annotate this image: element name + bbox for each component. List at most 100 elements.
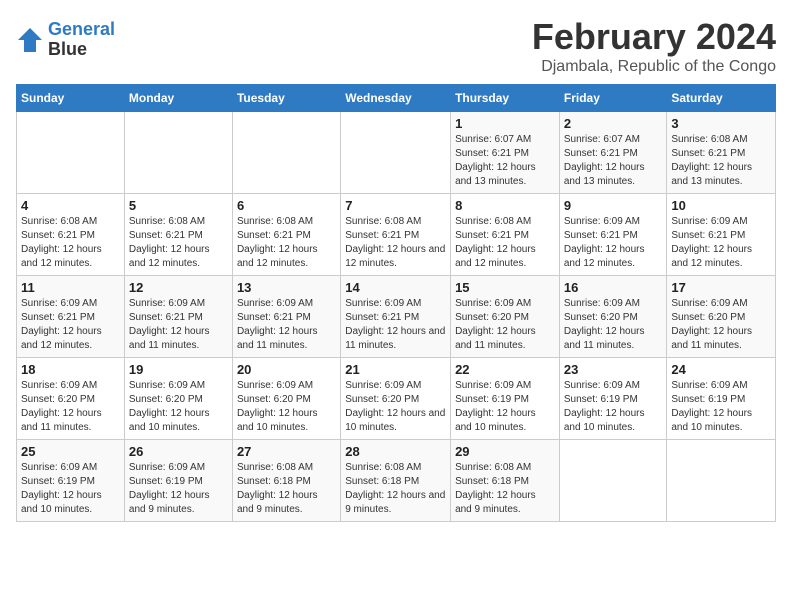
calendar-cell: 24 Sunrise: 6:09 AM Sunset: 6:19 PM Dayli… (667, 358, 776, 440)
calendar-cell: 29 Sunrise: 6:08 AM Sunset: 6:18 PM Dayli… (451, 440, 560, 522)
day-info: Sunrise: 6:08 AM Sunset: 6:21 PM Dayligh… (455, 215, 555, 271)
calendar-cell: 1 Sunrise: 6:07 AM Sunset: 6:21 PM Daylig… (451, 112, 560, 194)
page-header: GeneralBlue February 2024 Djambala, Repu… (16, 16, 776, 76)
day-info: Sunrise: 6:09 AM Sunset: 6:19 PM Dayligh… (671, 379, 771, 435)
day-number: 19 (129, 362, 228, 377)
day-info: Sunrise: 6:09 AM Sunset: 6:19 PM Dayligh… (455, 379, 555, 435)
day-number: 27 (237, 444, 336, 459)
day-info: Sunrise: 6:09 AM Sunset: 6:21 PM Dayligh… (237, 297, 336, 353)
calendar-cell: 16 Sunrise: 6:09 AM Sunset: 6:20 PM Dayli… (559, 276, 667, 358)
calendar-cell (124, 112, 232, 194)
weekday-header-monday: Monday (124, 85, 232, 112)
title-block: February 2024 Djambala, Republic of the … (532, 16, 776, 76)
weekday-header-tuesday: Tuesday (232, 85, 340, 112)
calendar-cell: 6 Sunrise: 6:08 AM Sunset: 6:21 PM Daylig… (232, 194, 340, 276)
weekday-header-friday: Friday (559, 85, 667, 112)
day-info: Sunrise: 6:09 AM Sunset: 6:20 PM Dayligh… (129, 379, 228, 435)
day-info: Sunrise: 6:08 AM Sunset: 6:21 PM Dayligh… (345, 215, 446, 271)
day-number: 21 (345, 362, 446, 377)
day-number: 5 (129, 198, 228, 213)
calendar-cell: 26 Sunrise: 6:09 AM Sunset: 6:19 PM Dayli… (124, 440, 232, 522)
calendar-cell: 3 Sunrise: 6:08 AM Sunset: 6:21 PM Daylig… (667, 112, 776, 194)
calendar-cell: 18 Sunrise: 6:09 AM Sunset: 6:20 PM Dayli… (17, 358, 125, 440)
day-info: Sunrise: 6:09 AM Sunset: 6:19 PM Dayligh… (564, 379, 663, 435)
calendar-cell: 2 Sunrise: 6:07 AM Sunset: 6:21 PM Daylig… (559, 112, 667, 194)
day-info: Sunrise: 6:08 AM Sunset: 6:21 PM Dayligh… (671, 133, 771, 189)
day-info: Sunrise: 6:09 AM Sunset: 6:19 PM Dayligh… (129, 461, 228, 517)
weekday-header-sunday: Sunday (17, 85, 125, 112)
day-info: Sunrise: 6:09 AM Sunset: 6:20 PM Dayligh… (455, 297, 555, 353)
day-info: Sunrise: 6:07 AM Sunset: 6:21 PM Dayligh… (455, 133, 555, 189)
day-info: Sunrise: 6:09 AM Sunset: 6:20 PM Dayligh… (21, 379, 120, 435)
day-number: 16 (564, 280, 663, 295)
day-info: Sunrise: 6:09 AM Sunset: 6:21 PM Dayligh… (129, 297, 228, 353)
day-info: Sunrise: 6:09 AM Sunset: 6:20 PM Dayligh… (237, 379, 336, 435)
day-number: 14 (345, 280, 446, 295)
day-number: 10 (671, 198, 771, 213)
day-number: 18 (21, 362, 120, 377)
day-info: Sunrise: 6:08 AM Sunset: 6:21 PM Dayligh… (237, 215, 336, 271)
calendar-cell: 15 Sunrise: 6:09 AM Sunset: 6:20 PM Dayli… (451, 276, 560, 358)
calendar-cell: 8 Sunrise: 6:08 AM Sunset: 6:21 PM Daylig… (451, 194, 560, 276)
day-number: 6 (237, 198, 336, 213)
day-number: 15 (455, 280, 555, 295)
day-number: 9 (564, 198, 663, 213)
logo-icon (16, 26, 44, 54)
calendar-cell: 4Sunrise: 6:08 AM Sunset: 6:21 PM Daylig… (17, 194, 125, 276)
day-number: 3 (671, 116, 771, 131)
day-number: 26 (129, 444, 228, 459)
day-number: 4 (21, 198, 120, 213)
calendar-cell: 20 Sunrise: 6:09 AM Sunset: 6:20 PM Dayli… (232, 358, 340, 440)
day-info: Sunrise: 6:08 AM Sunset: 6:18 PM Dayligh… (237, 461, 336, 517)
day-info: Sunrise: 6:09 AM Sunset: 6:21 PM Dayligh… (564, 215, 663, 271)
logo: GeneralBlue (16, 20, 115, 60)
calendar-cell: 7 Sunrise: 6:08 AM Sunset: 6:21 PM Daylig… (341, 194, 451, 276)
logo-text: GeneralBlue (48, 20, 115, 60)
day-info: Sunrise: 6:07 AM Sunset: 6:21 PM Dayligh… (564, 133, 663, 189)
day-number: 29 (455, 444, 555, 459)
calendar-cell: 5Sunrise: 6:08 AM Sunset: 6:21 PM Daylig… (124, 194, 232, 276)
day-info: Sunrise: 6:09 AM Sunset: 6:21 PM Dayligh… (671, 215, 771, 271)
day-number: 1 (455, 116, 555, 131)
calendar-cell (341, 112, 451, 194)
day-number: 13 (237, 280, 336, 295)
calendar-cell: 28 Sunrise: 6:08 AM Sunset: 6:18 PM Dayli… (341, 440, 451, 522)
day-info: Sunrise: 6:09 AM Sunset: 6:20 PM Dayligh… (671, 297, 771, 353)
calendar-cell: 9 Sunrise: 6:09 AM Sunset: 6:21 PM Daylig… (559, 194, 667, 276)
weekday-header-thursday: Thursday (451, 85, 560, 112)
calendar-cell: 11Sunrise: 6:09 AM Sunset: 6:21 PM Dayli… (17, 276, 125, 358)
subtitle: Djambala, Republic of the Congo (532, 58, 776, 76)
calendar-table: SundayMondayTuesdayWednesdayThursdayFrid… (16, 84, 776, 522)
calendar-cell: 25 Sunrise: 6:09 AM Sunset: 6:19 PM Dayli… (17, 440, 125, 522)
calendar-cell (17, 112, 125, 194)
day-number: 8 (455, 198, 555, 213)
calendar-cell (667, 440, 776, 522)
calendar-cell: 21 Sunrise: 6:09 AM Sunset: 6:20 PM Dayli… (341, 358, 451, 440)
calendar-cell: 27 Sunrise: 6:08 AM Sunset: 6:18 PM Dayli… (232, 440, 340, 522)
day-number: 20 (237, 362, 336, 377)
day-info: Sunrise: 6:09 AM Sunset: 6:20 PM Dayligh… (345, 379, 446, 435)
day-info: Sunrise: 6:08 AM Sunset: 6:18 PM Dayligh… (345, 461, 446, 517)
calendar-cell: 13 Sunrise: 6:09 AM Sunset: 6:21 PM Dayli… (232, 276, 340, 358)
calendar-cell: 23 Sunrise: 6:09 AM Sunset: 6:19 PM Dayli… (559, 358, 667, 440)
day-info: Sunrise: 6:09 AM Sunset: 6:19 PM Dayligh… (21, 461, 120, 517)
day-info: Sunrise: 6:08 AM Sunset: 6:18 PM Dayligh… (455, 461, 555, 517)
day-number: 25 (21, 444, 120, 459)
day-number: 24 (671, 362, 771, 377)
day-number: 23 (564, 362, 663, 377)
calendar-cell: 19 Sunrise: 6:09 AM Sunset: 6:20 PM Dayli… (124, 358, 232, 440)
day-number: 7 (345, 198, 446, 213)
calendar-cell: 10 Sunrise: 6:09 AM Sunset: 6:21 PM Dayli… (667, 194, 776, 276)
day-number: 28 (345, 444, 446, 459)
calendar-cell: 14Sunrise: 6:09 AM Sunset: 6:21 PM Dayli… (341, 276, 451, 358)
day-info: Sunrise: 6:09 AM Sunset: 6:20 PM Dayligh… (564, 297, 663, 353)
day-number: 11 (21, 280, 120, 295)
day-number: 22 (455, 362, 555, 377)
calendar-cell: 22 Sunrise: 6:09 AM Sunset: 6:19 PM Dayli… (451, 358, 560, 440)
calendar-cell (559, 440, 667, 522)
calendar-cell: 17Sunrise: 6:09 AM Sunset: 6:20 PM Dayli… (667, 276, 776, 358)
calendar-cell: 12Sunrise: 6:09 AM Sunset: 6:21 PM Dayli… (124, 276, 232, 358)
weekday-header-saturday: Saturday (667, 85, 776, 112)
weekday-header-wednesday: Wednesday (341, 85, 451, 112)
day-number: 2 (564, 116, 663, 131)
